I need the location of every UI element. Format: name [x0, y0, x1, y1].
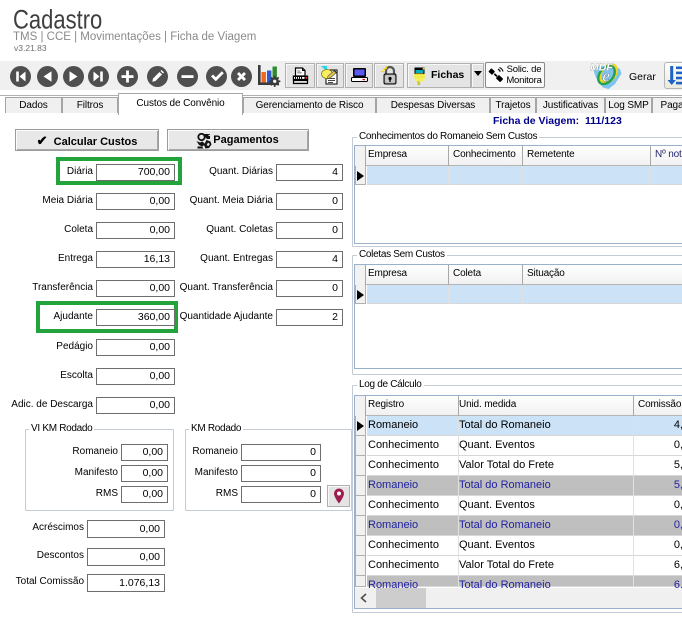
- svg-text:e: e: [603, 67, 610, 86]
